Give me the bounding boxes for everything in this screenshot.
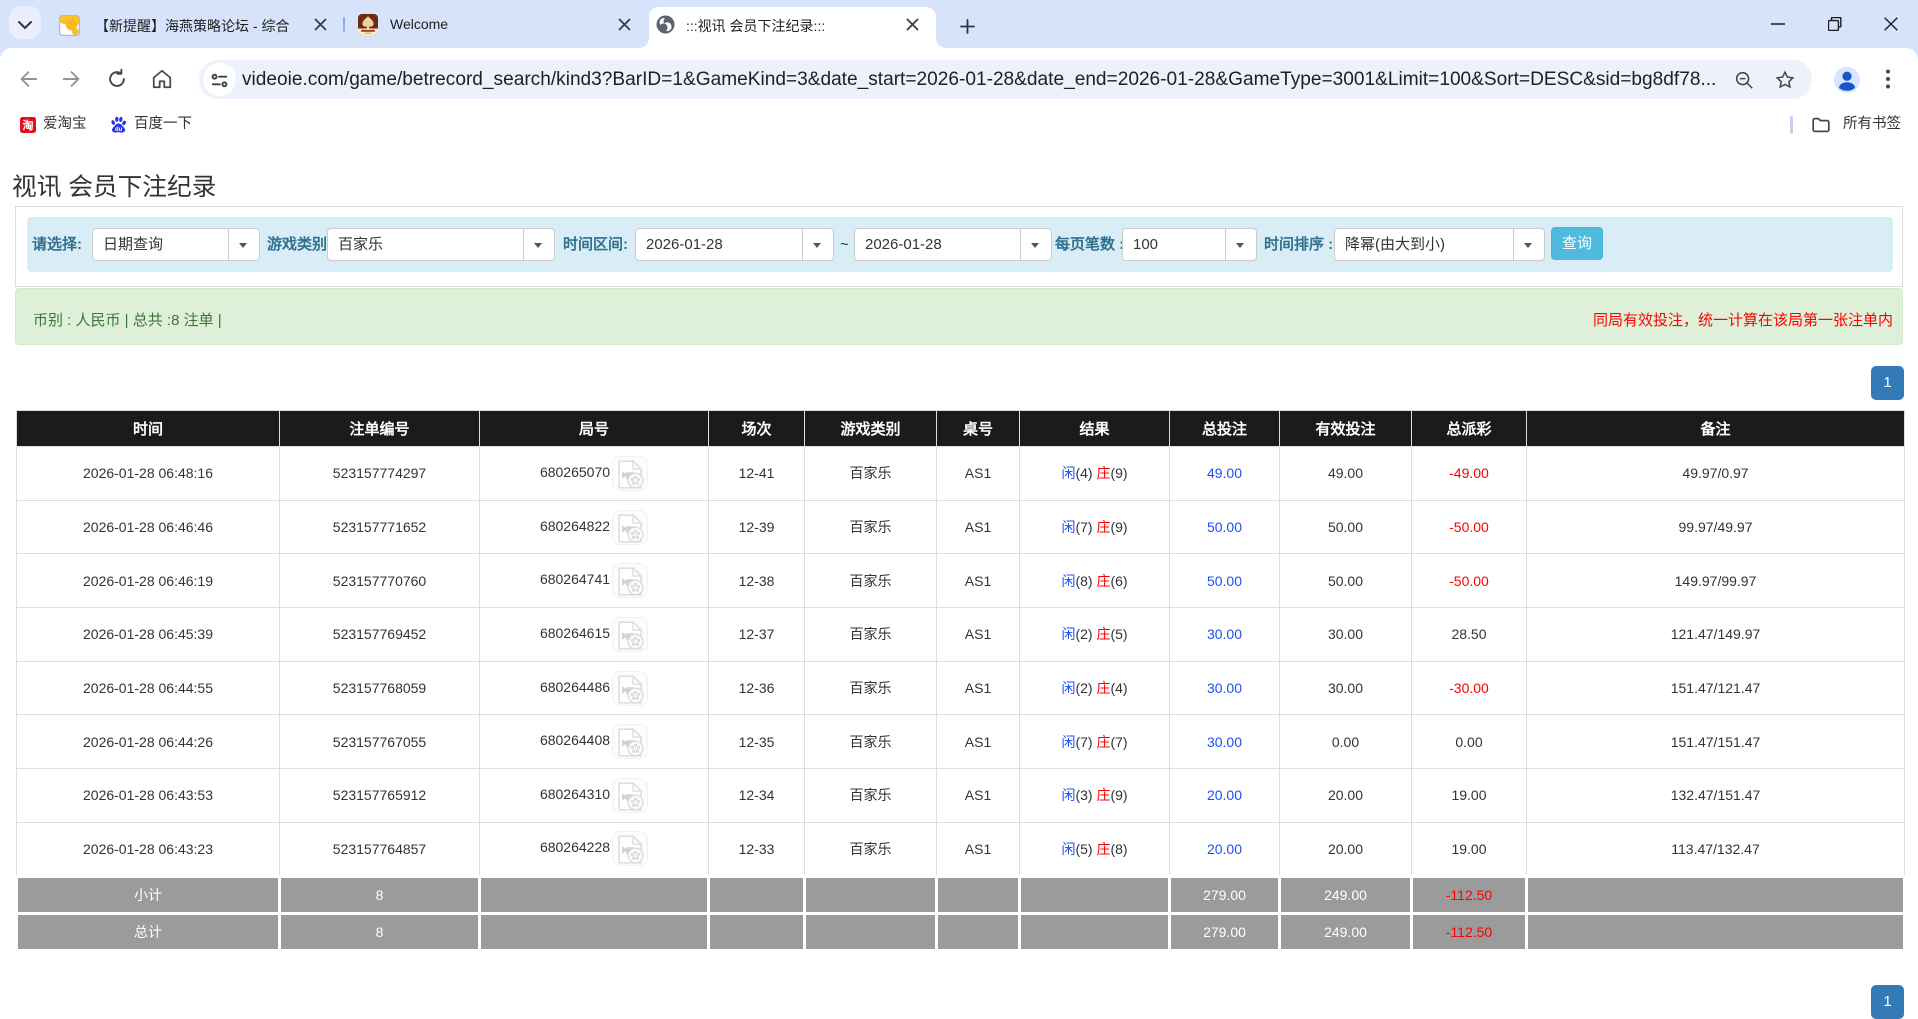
svg-text:du: du <box>115 127 123 133</box>
svg-text:淘: 淘 <box>23 118 34 132</box>
